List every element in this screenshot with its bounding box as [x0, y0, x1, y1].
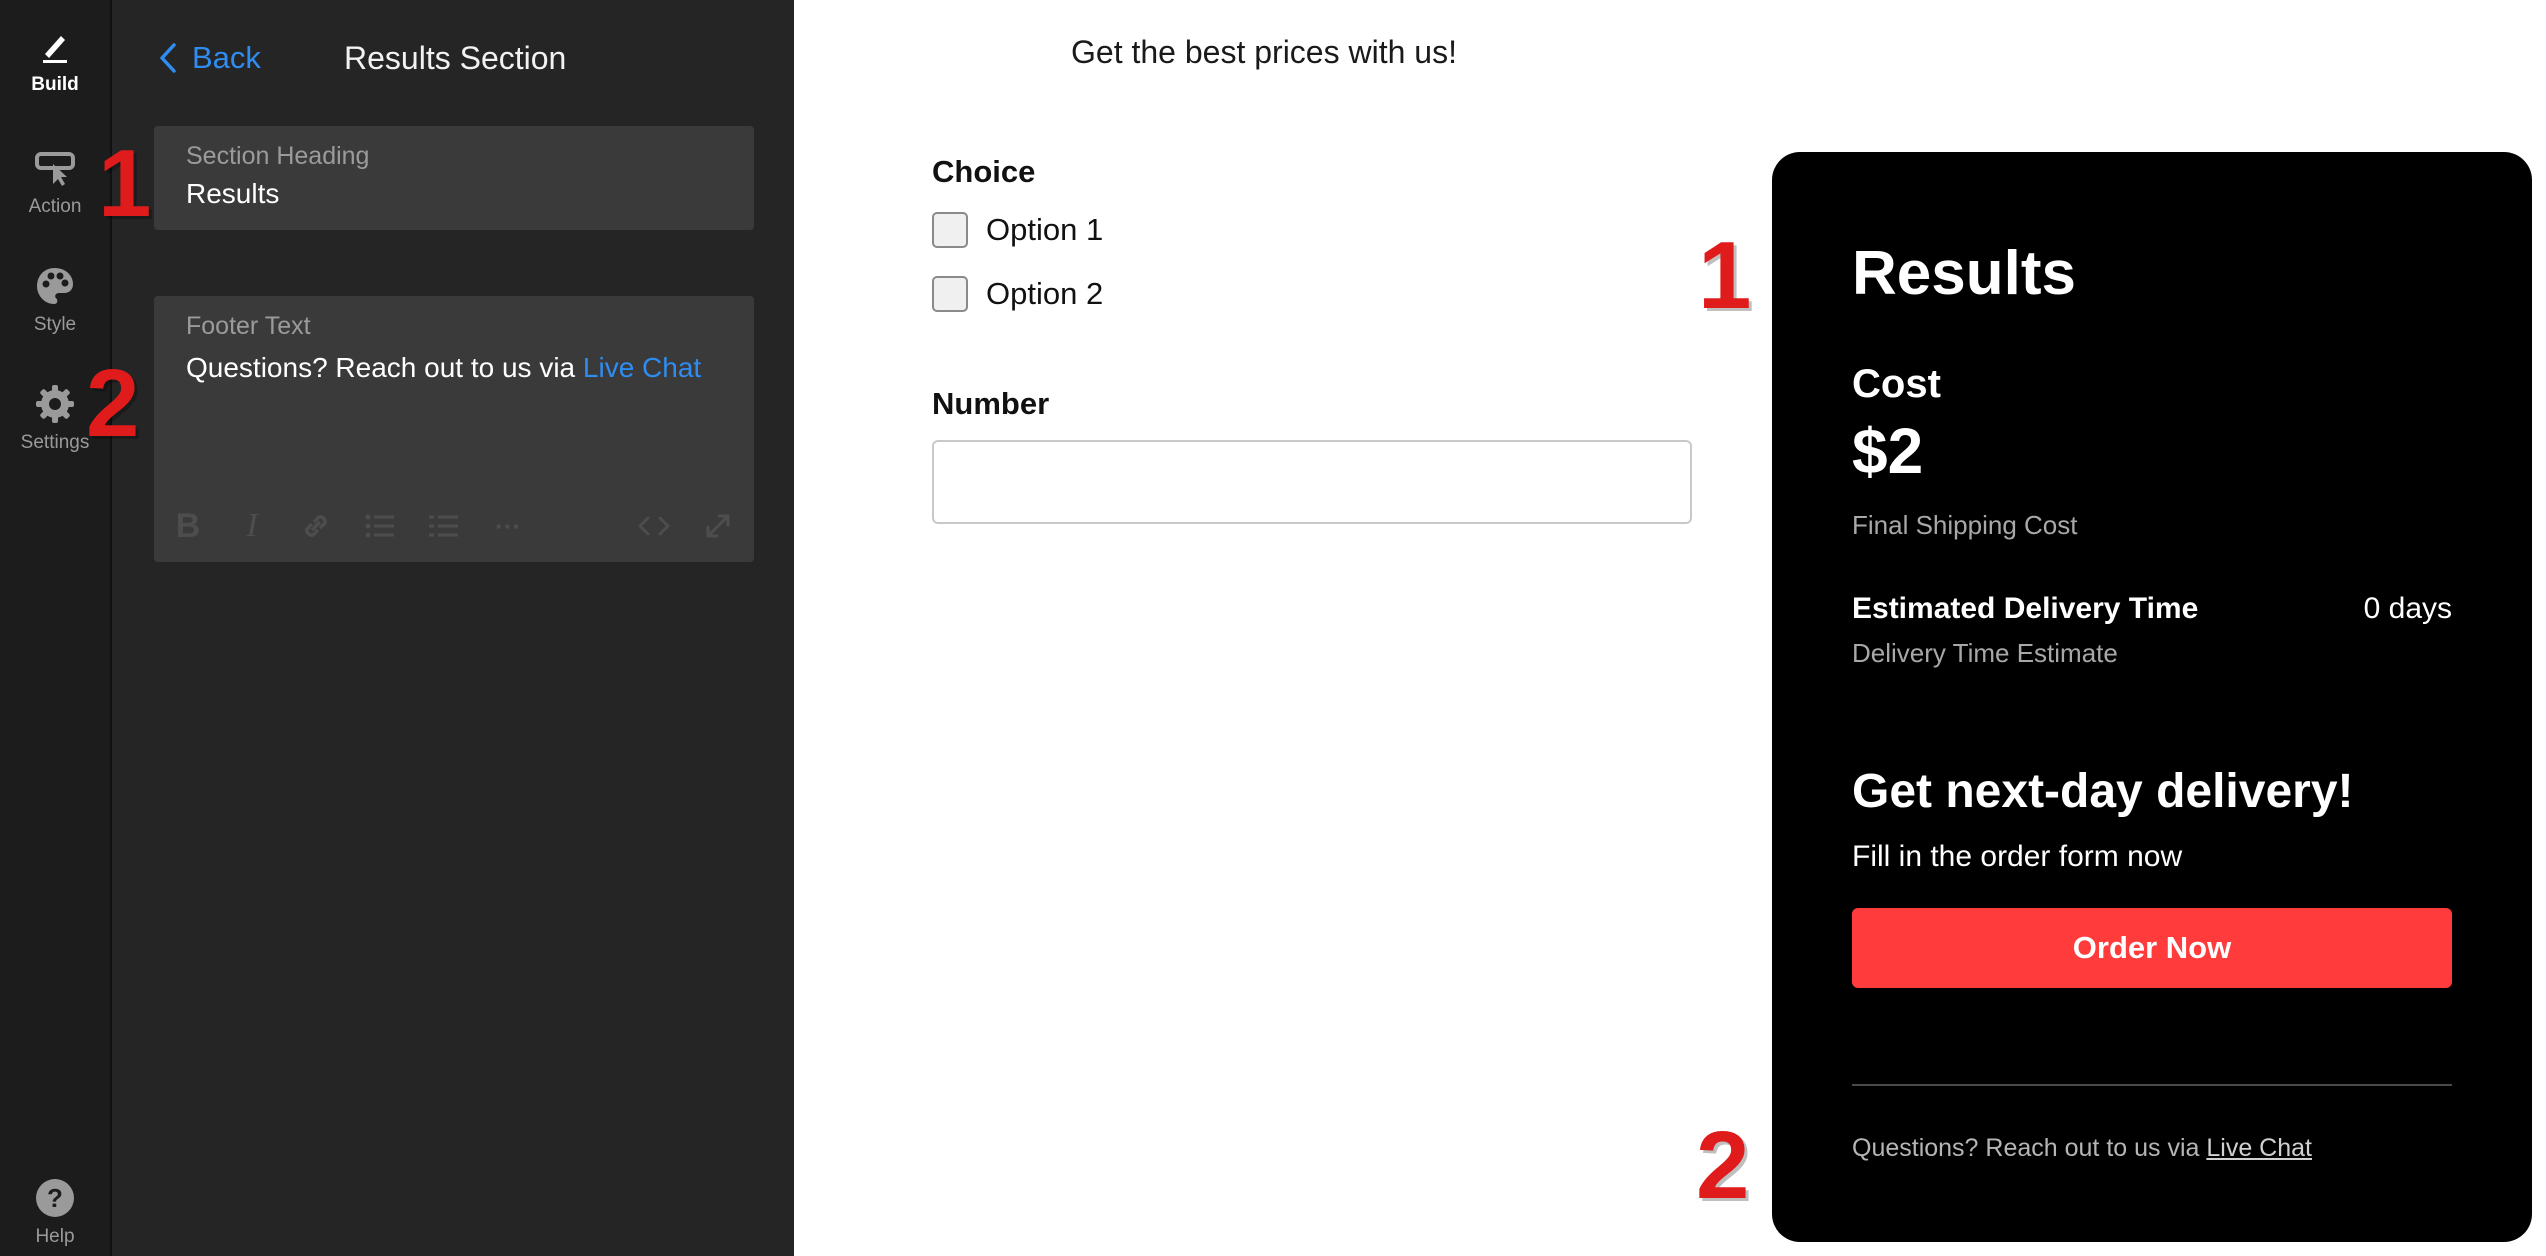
rail-item-action[interactable]: Action [0, 146, 110, 218]
rail-item-help[interactable]: ? Help [0, 1176, 110, 1248]
delivery-time-value: 0 days [2363, 592, 2452, 625]
cursor-icon [35, 152, 75, 186]
results-title: Results [1852, 239, 2076, 308]
link-icon[interactable] [296, 506, 336, 546]
annotation-marker-2: 2 [86, 350, 140, 457]
code-icon[interactable] [634, 506, 674, 546]
italic-icon[interactable]: I [232, 506, 272, 546]
help-glyph: ? [47, 1183, 63, 1213]
cost-label: Cost [1852, 362, 1941, 406]
live-chat-link[interactable]: Live Chat [2206, 1134, 2312, 1162]
number-input[interactable] [932, 440, 1692, 524]
link-glyph [305, 515, 327, 537]
expand-icon[interactable] [698, 506, 738, 546]
rail-label-style: Style [33, 314, 77, 335]
icon-rail: Build Action Style Settings ? Help [0, 0, 112, 1256]
annotation-marker-1-preview: 1 [1698, 222, 1752, 329]
footer-text-link[interactable]: Live Chat [583, 352, 701, 383]
numbered-list-glyph [429, 515, 458, 537]
results-footer: Questions? Reach out to us via Live Chat [1852, 1134, 2312, 1163]
footer-text-label: Footer Text [186, 312, 311, 340]
cost-value: $2 [1852, 415, 1924, 487]
rich-text-toolbar: B I ··· [168, 506, 738, 546]
footer-text-editor[interactable]: Questions? Reach out to us via Live Chat [186, 352, 701, 384]
option-2-checkbox[interactable]: Option 2 [932, 276, 1103, 312]
results-footer-text: Questions? Reach out to us via [1852, 1134, 2207, 1162]
bulleted-list-glyph [365, 514, 394, 538]
settings-panel: Back Results Section Section Heading Res… [86, 0, 794, 1256]
results-card: Results Cost $2 Final Shipping Cost Esti… [1772, 152, 2532, 1242]
rail-label-help: Help [35, 1226, 75, 1247]
promo-subtitle: Fill in the order form now [1852, 840, 2183, 873]
chevron-left-icon [160, 43, 176, 73]
option-1-checkbox[interactable]: Option 1 [932, 212, 1103, 248]
pencil-icon [43, 36, 67, 63]
section-heading-label: Section Heading [186, 142, 370, 170]
bulleted-list-icon[interactable] [360, 506, 400, 546]
annotation-marker-2-preview: 2 [1696, 1112, 1750, 1219]
tagline: Get the best prices with us! [1071, 34, 1457, 70]
delivery-time-subtitle: Delivery Time Estimate [1852, 638, 2118, 668]
checkbox-box-2[interactable] [932, 276, 968, 312]
number-label: Number [932, 386, 1050, 421]
panel-title: Results Section [344, 40, 567, 76]
delivery-time-label: Estimated Delivery Time [1852, 592, 2199, 625]
rail-item-build[interactable]: Build [0, 24, 110, 96]
section-heading-value[interactable]: Results [186, 178, 279, 210]
expand-glyph [706, 514, 730, 538]
help-icon: ? [36, 1179, 74, 1217]
gear-icon [36, 385, 74, 423]
bold-icon[interactable]: B [168, 506, 208, 546]
back-label: Back [192, 40, 261, 75]
annotation-marker-1: 1 [98, 130, 152, 237]
rail-label-build: Build [31, 74, 79, 95]
palette-icon [37, 268, 73, 304]
cost-subtitle: Final Shipping Cost [1852, 510, 2078, 540]
rail-item-style[interactable]: Style [0, 264, 110, 336]
more-icon[interactable]: ··· [488, 506, 528, 546]
choice-label: Choice [932, 154, 1036, 189]
rail-label-action: Action [28, 196, 82, 217]
back-button[interactable]: Back [156, 40, 261, 76]
card-divider [1852, 1084, 2452, 1086]
footer-text-field[interactable]: Footer Text Questions? Reach out to us v… [154, 296, 754, 562]
checkbox-box-1[interactable] [932, 212, 968, 248]
code-glyph [638, 516, 670, 536]
section-heading-field[interactable]: Section Heading Results [154, 126, 754, 230]
promo-title: Get next-day delivery! [1852, 765, 2354, 818]
option-1-label: Option 1 [986, 212, 1104, 247]
form-preview: Get the best prices with us! Choice Opti… [794, 0, 2546, 1256]
option-2-label: Option 2 [986, 276, 1104, 311]
numbered-list-icon[interactable] [424, 506, 464, 546]
footer-text-content: Questions? Reach out to us via [186, 352, 583, 383]
order-now-button[interactable]: Order Now [1852, 908, 2452, 988]
rail-label-settings: Settings [20, 432, 90, 453]
